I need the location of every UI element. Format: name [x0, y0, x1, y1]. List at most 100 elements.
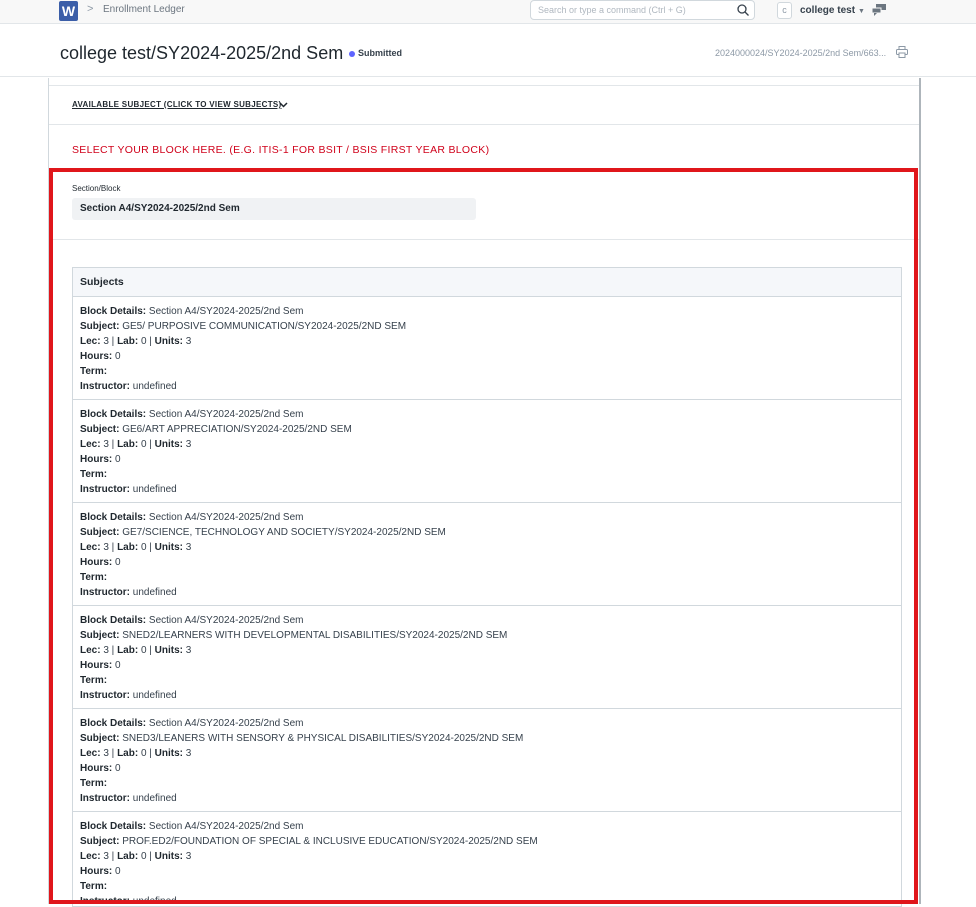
- subject-label: Subject:: [80, 836, 120, 847]
- instructor-line: Instructor: undefined: [80, 791, 901, 806]
- subject-line: Subject: GE7/SCIENCE, TECHNOLOGY AND SOC…: [80, 525, 901, 540]
- section-block-field[interactable]: Section A4/SY2024-2025/2nd Sem: [72, 198, 476, 220]
- chat-icon[interactable]: [872, 4, 886, 16]
- units-value: 3: [185, 748, 192, 759]
- subject-label: Subject:: [80, 424, 120, 435]
- term-line: Term:: [80, 364, 901, 379]
- user-menu[interactable]: college test ▼: [800, 5, 865, 16]
- divider: [49, 124, 919, 125]
- hours-line: Hours: 0: [80, 349, 901, 364]
- block-details-label: Block Details:: [80, 512, 147, 523]
- lab-label: Lab:: [117, 851, 139, 862]
- subject-label: Subject:: [80, 527, 120, 538]
- search-input[interactable]: Search or type a command (Ctrl + G): [530, 0, 755, 20]
- subject-card: Block Details: Section A4/SY2024-2025/2n…: [73, 606, 901, 709]
- section-block-label: Section/Block: [72, 184, 121, 193]
- available-subject-link[interactable]: AVAILABLE SUBJECT (CLICK TO VIEW SUBJECT…: [72, 100, 282, 109]
- lec-value: 3: [103, 542, 109, 553]
- block-details-value: Section A4/SY2024-2025/2nd Sem: [148, 718, 304, 729]
- subject-value: GE6/ART APPRECIATION/SY2024-2025/2ND SEM: [122, 424, 352, 435]
- caret-down-icon: ▼: [858, 8, 865, 15]
- hours-value: 0: [115, 557, 121, 568]
- lec-value: 3: [103, 748, 109, 759]
- term-label: Term:: [80, 675, 108, 686]
- lab-value: 0: [140, 542, 147, 553]
- instructor-label: Instructor:: [80, 793, 130, 804]
- units-label: Units:: [154, 748, 184, 759]
- hours-label: Hours:: [80, 454, 113, 465]
- block-details-line: Block Details: Section A4/SY2024-2025/2n…: [80, 613, 901, 628]
- term-line: Term:: [80, 776, 901, 791]
- instructor-line: Instructor: undefined: [80, 482, 901, 497]
- subject-card: Block Details: Section A4/SY2024-2025/2n…: [73, 400, 901, 503]
- subject-line: Subject: SNED3/LEANERS WITH SENSORY & PH…: [80, 731, 901, 746]
- load-line: Lec: 3 | Lab: 0 | Units: 3: [80, 645, 192, 656]
- lab-label: Lab:: [117, 542, 139, 553]
- lec-label: Lec:: [80, 748, 101, 759]
- lab-label: Lab:: [117, 748, 139, 759]
- units-value: 3: [185, 439, 192, 450]
- page-title: college test/SY2024-2025/2nd Sem: [60, 43, 344, 63]
- search-icon[interactable]: [736, 3, 750, 17]
- hours-label: Hours:: [80, 351, 113, 362]
- instructor-value: undefined: [132, 793, 177, 804]
- block-instruction: SELECT YOUR BLOCK HERE. (E.G. ITIS-1 FOR…: [72, 144, 490, 156]
- term-line: Term:: [80, 570, 901, 585]
- instructor-line: Instructor: undefined: [80, 688, 901, 703]
- units-label: Units:: [154, 542, 184, 553]
- status-indicator: [349, 51, 355, 57]
- lec-value: 3: [103, 645, 109, 656]
- block-details-label: Block Details:: [80, 615, 147, 626]
- subject-label: Subject:: [80, 321, 120, 332]
- block-details-label: Block Details:: [80, 306, 147, 317]
- hours-line: Hours: 0: [80, 761, 901, 776]
- subject-line: Subject: SNED2/LEARNERS WITH DEVELOPMENT…: [80, 628, 901, 643]
- load-line: Lec: 3 | Lab: 0 | Units: 3: [80, 851, 192, 862]
- lec-value: 3: [103, 851, 109, 862]
- subject-value: SNED2/LEARNERS WITH DEVELOPMENTAL DISABI…: [122, 630, 508, 641]
- hours-label: Hours:: [80, 660, 113, 671]
- instructor-value: undefined: [132, 381, 177, 392]
- hours-value: 0: [115, 763, 121, 774]
- subject-line: Subject: GE6/ART APPRECIATION/SY2024-202…: [80, 422, 901, 437]
- block-details-line: Block Details: Section A4/SY2024-2025/2n…: [80, 716, 901, 731]
- subject-line: Subject: GE5/ PURPOSIVE COMMUNICATION/SY…: [80, 319, 901, 334]
- lec-label: Lec:: [80, 645, 101, 656]
- term-label: Term:: [80, 469, 108, 480]
- breadcrumb-enrollment-ledger[interactable]: Enrollment Ledger: [103, 4, 185, 15]
- lec-label: Lec:: [80, 336, 101, 347]
- status-badge: Submitted: [358, 48, 402, 58]
- form-body: AVAILABLE SUBJECT (CLICK TO VIEW SUBJECT…: [48, 78, 921, 907]
- instructor-label: Instructor:: [80, 381, 130, 392]
- hours-line: Hours: 0: [80, 658, 901, 673]
- term-line: Term:: [80, 879, 901, 894]
- instructor-line: Instructor: undefined: [80, 894, 901, 906]
- instructor-label: Instructor:: [80, 587, 130, 598]
- units-label: Units:: [154, 645, 184, 656]
- subject-value: SNED3/LEANERS WITH SENSORY & PHYSICAL DI…: [122, 733, 524, 744]
- block-details-line: Block Details: Section A4/SY2024-2025/2n…: [80, 407, 901, 422]
- page-header: college test/SY2024-2025/2nd Sem Submitt…: [0, 24, 976, 77]
- units-value: 3: [185, 336, 192, 347]
- block-details-value: Section A4/SY2024-2025/2nd Sem: [148, 512, 304, 523]
- hours-value: 0: [115, 351, 121, 362]
- term-label: Term:: [80, 366, 108, 377]
- instructor-label: Instructor:: [80, 484, 130, 495]
- subject-value: GE5/ PURPOSIVE COMMUNICATION/SY2024-2025…: [122, 321, 407, 332]
- app-logo[interactable]: W: [59, 1, 78, 21]
- avatar[interactable]: c: [777, 2, 792, 19]
- lec-value: 3: [103, 439, 109, 450]
- block-details-value: Section A4/SY2024-2025/2nd Sem: [148, 821, 304, 832]
- units-label: Units:: [154, 336, 184, 347]
- chevron-down-icon[interactable]: [279, 100, 288, 109]
- term-line: Term:: [80, 467, 901, 482]
- hours-value: 0: [115, 660, 121, 671]
- block-details-value: Section A4/SY2024-2025/2nd Sem: [148, 615, 304, 626]
- subject-label: Subject:: [80, 733, 120, 744]
- print-icon[interactable]: [896, 46, 908, 58]
- hours-line: Hours: 0: [80, 555, 901, 570]
- term-label: Term:: [80, 778, 108, 789]
- subject-line: Subject: PROF.ED2/FOUNDATION OF SPECIAL …: [80, 834, 901, 849]
- subject-value: GE7/SCIENCE, TECHNOLOGY AND SOCIETY/SY20…: [122, 527, 446, 538]
- breadcrumb-separator: >: [87, 3, 94, 15]
